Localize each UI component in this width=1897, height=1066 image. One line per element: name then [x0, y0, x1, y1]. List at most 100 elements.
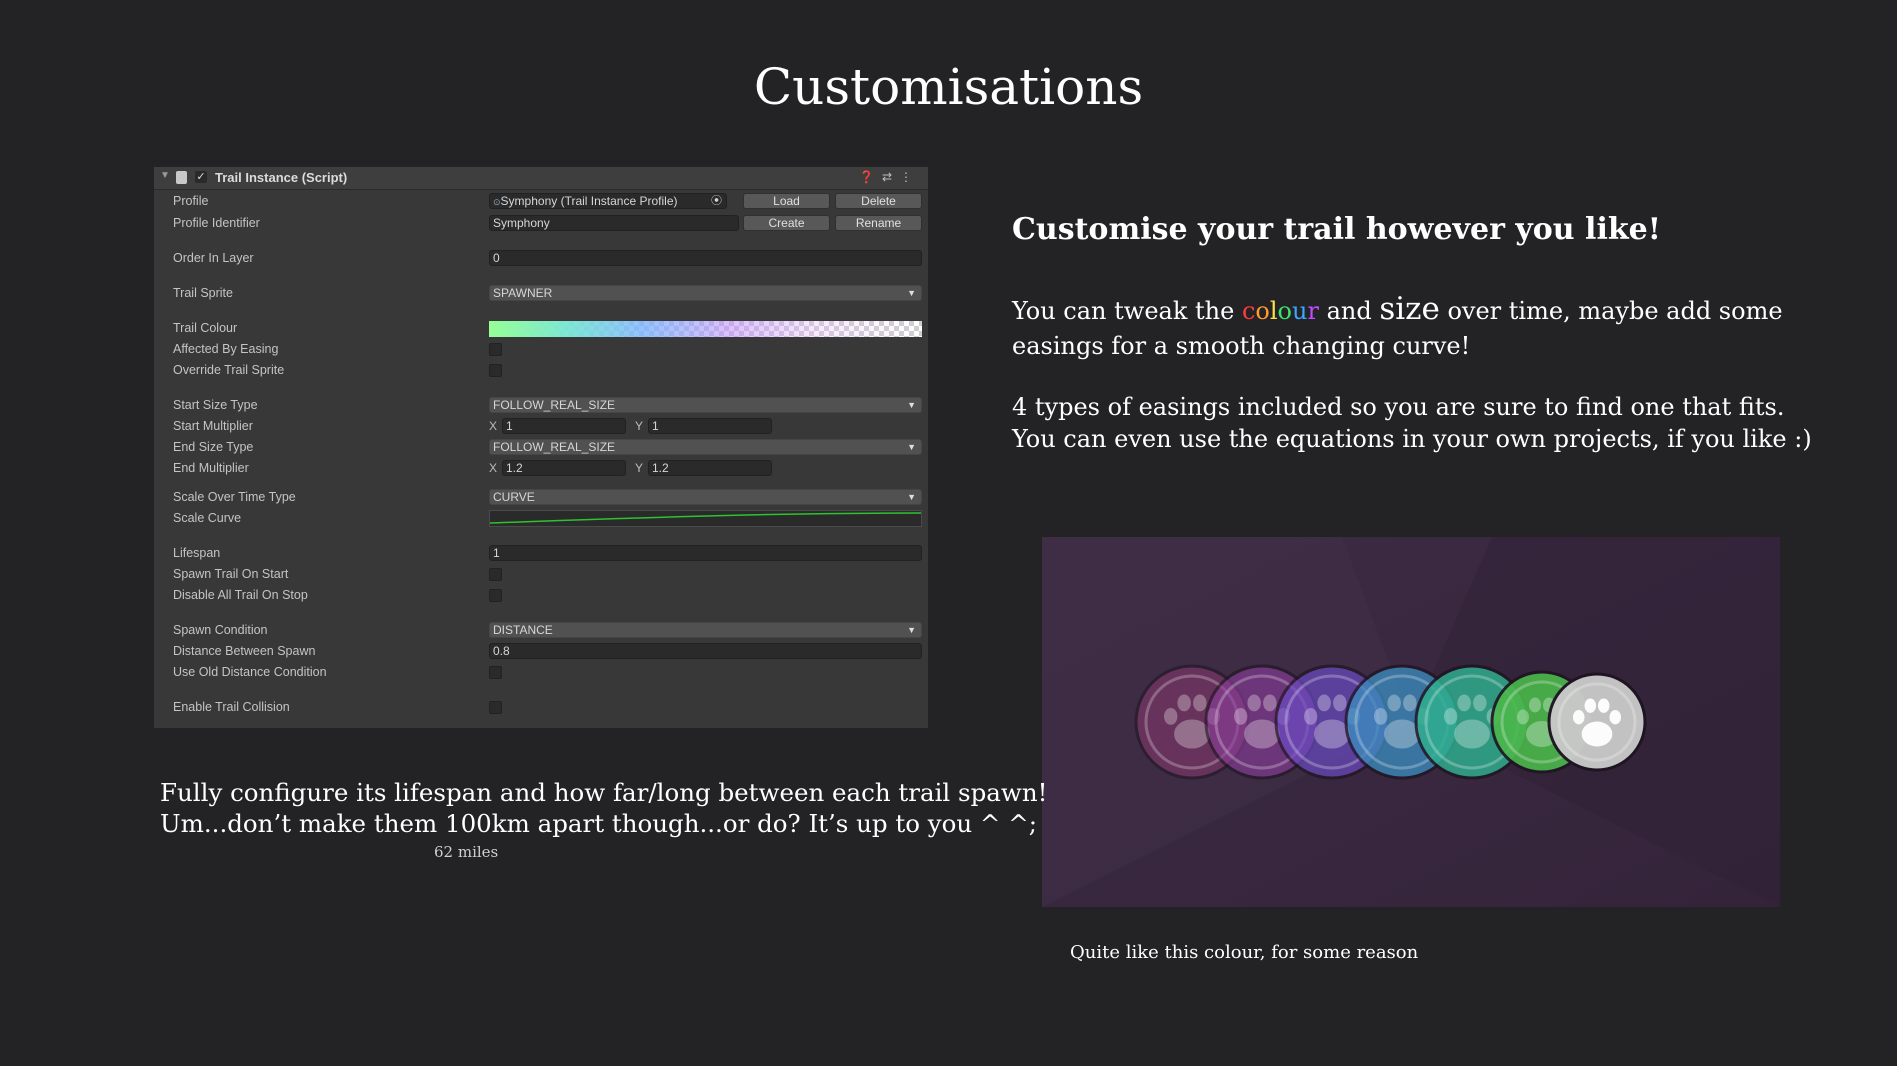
spawn-condition-value: DISTANCE — [493, 623, 553, 637]
scale-curve-graph — [490, 512, 921, 524]
use-old-distance-condition-checkbox[interactable] — [489, 666, 502, 679]
lifespan-row: Lifespan 1 — [154, 544, 928, 562]
end-multiplier-label: End Multiplier — [173, 461, 249, 475]
profile-label: Profile — [173, 194, 209, 208]
use-old-distance-condition-row: Use Old Distance Condition — [154, 663, 928, 681]
chevron-down-icon: ▼ — [907, 625, 916, 635]
trail-sprite-value: SPAWNER — [493, 286, 553, 300]
paragraph-text: You can tweak the — [1012, 297, 1242, 325]
override-trail-sprite-checkbox[interactable] — [489, 364, 502, 377]
paragraph-text: over time, maybe add some — [1439, 297, 1783, 325]
colour-letter: u — [1291, 297, 1308, 325]
paragraph-text: Fully configure its lifespan and how far… — [160, 778, 1048, 807]
colour-letter: l — [1269, 297, 1278, 325]
chevron-down-icon: ▼ — [907, 400, 916, 410]
disable-all-trail-on-stop-checkbox[interactable] — [489, 589, 502, 602]
affected-by-easing-row: Affected By Easing — [154, 340, 928, 358]
start-multiplier-y-input[interactable]: 1 — [648, 418, 772, 434]
trail-colour-row: Trail Colour — [154, 319, 928, 337]
colour-letter: r — [1307, 297, 1319, 325]
paw-coin — [1547, 672, 1647, 772]
section-heading: Customise your trail however you like! — [1012, 212, 1661, 247]
chevron-down-icon: ▼ — [907, 288, 916, 298]
end-multiplier-y-label: Y — [635, 461, 644, 475]
scale-over-time-type-value: CURVE — [493, 490, 535, 504]
colour-letter: o — [1277, 297, 1292, 325]
size-word: size — [1379, 291, 1440, 327]
inspector-panel: ▼ ✓ Trail Instance (Script) ❓⇄⋮ Profile … — [154, 167, 928, 728]
start-multiplier-x-input[interactable]: 1 — [502, 418, 626, 434]
spawn-trail-on-start-row: Spawn Trail On Start — [154, 565, 928, 583]
disable-all-trail-on-stop-row: Disable All Trail On Stop — [154, 586, 928, 604]
header-icons: ❓⇄⋮ — [859, 170, 920, 184]
profile-object-field[interactable]: ⊙Symphony (Trail Instance Profile) ⦿ — [489, 193, 727, 209]
end-size-type-value: FOLLOW_REAL_SIZE — [493, 440, 616, 454]
scale-over-time-type-dropdown[interactable]: CURVE ▼ — [489, 489, 922, 505]
profile-identifier-row: Profile Identifier Symphony Create Renam… — [154, 214, 928, 232]
use-old-distance-condition-label: Use Old Distance Condition — [173, 665, 327, 679]
scale-curve-row: Scale Curve — [154, 509, 928, 527]
affected-by-easing-checkbox[interactable] — [489, 343, 502, 356]
chevron-down-icon: ▼ — [907, 492, 916, 502]
profile-value: Symphony (Trail Instance Profile) — [500, 194, 678, 208]
paragraph-text: easings for a smooth changing curve! — [1012, 332, 1471, 360]
start-size-type-label: Start Size Type — [173, 398, 258, 412]
enable-component-checkbox[interactable]: ✓ — [195, 171, 207, 183]
component-header[interactable]: ▼ ✓ Trail Instance (Script) ❓⇄⋮ — [154, 167, 928, 190]
chevron-down-icon: ▼ — [907, 442, 916, 452]
colour-letter: o — [1255, 297, 1270, 325]
start-multiplier-y-label: Y — [635, 419, 644, 433]
disable-all-trail-on-stop-label: Disable All Trail On Stop — [173, 588, 308, 602]
create-button[interactable]: Create — [743, 215, 830, 231]
colour-letter: c — [1241, 297, 1256, 325]
preview-caption: Quite like this colour, for some reason — [1070, 942, 1419, 963]
colour-size-paragraph: You can tweak the colour and size over t… — [1012, 292, 1783, 364]
end-multiplier-x-input[interactable]: 1.2 — [502, 460, 626, 476]
spawn-condition-dropdown[interactable]: DISTANCE ▼ — [489, 622, 922, 638]
colour-word: colour — [1242, 297, 1319, 325]
start-size-type-dropdown[interactable]: FOLLOW_REAL_SIZE ▼ — [489, 397, 922, 413]
lifespan-input[interactable]: 1 — [489, 545, 922, 561]
order-in-layer-row: Order In Layer 0 — [154, 249, 928, 267]
profile-identifier-label: Profile Identifier — [173, 216, 260, 230]
trail-preview-scene — [1042, 537, 1780, 907]
end-multiplier-x-label: X — [489, 461, 498, 475]
override-trail-sprite-row: Override Trail Sprite — [154, 361, 928, 379]
paragraph-text: and — [1318, 297, 1380, 325]
scale-curve-field[interactable] — [489, 510, 922, 527]
scale-over-time-type-label: Scale Over Time Type — [173, 490, 296, 504]
end-size-type-dropdown[interactable]: FOLLOW_REAL_SIZE ▼ — [489, 439, 922, 455]
end-multiplier-y-input[interactable]: 1.2 — [648, 460, 772, 476]
trail-sprite-dropdown[interactable]: SPAWNER ▼ — [489, 285, 922, 301]
enable-trail-collision-label: Enable Trail Collision — [173, 700, 290, 714]
profile-identifier-input[interactable]: Symphony — [489, 215, 739, 231]
end-multiplier-row: End Multiplier X 1.2 Y 1.2 — [154, 459, 928, 477]
start-size-type-value: FOLLOW_REAL_SIZE — [493, 398, 616, 412]
enable-trail-collision-checkbox[interactable] — [489, 701, 502, 714]
fold-arrow-icon[interactable]: ▼ — [160, 170, 170, 181]
spawn-condition-row: Spawn Condition DISTANCE ▼ — [154, 621, 928, 639]
object-picker-icon[interactable]: ⦿ — [711, 194, 722, 208]
lifespan-label: Lifespan — [173, 546, 221, 560]
more-menu-icon[interactable]: ⋮ — [900, 170, 920, 184]
order-in-layer-input[interactable]: 0 — [489, 250, 922, 266]
end-size-type-row: End Size Type FOLLOW_REAL_SIZE ▼ — [154, 438, 928, 456]
override-trail-sprite-label: Override Trail Sprite — [173, 363, 285, 377]
profile-row: Profile ⊙Symphony (Trail Instance Profil… — [154, 192, 928, 210]
trail-sprite-label: Trail Sprite — [173, 286, 233, 300]
spawn-trail-on-start-checkbox[interactable] — [489, 568, 502, 581]
rename-button[interactable]: Rename — [835, 215, 922, 231]
trail-colour-gradient[interactable] — [489, 321, 922, 337]
delete-button[interactable]: Delete — [835, 193, 922, 209]
help-icon[interactable]: ❓ — [859, 170, 882, 184]
start-multiplier-row: Start Multiplier X 1 Y 1 — [154, 417, 928, 435]
load-button[interactable]: Load — [743, 193, 830, 209]
spawn-trail-on-start-label: Spawn Trail On Start — [173, 567, 289, 581]
order-in-layer-label: Order In Layer — [173, 251, 254, 265]
scale-curve-label: Scale Curve — [173, 511, 242, 525]
preset-icon[interactable]: ⇄ — [882, 170, 900, 184]
easings-paragraph: 4 types of easings included so you are s… — [1012, 391, 1812, 455]
paragraph-text: 4 types of easings included so you are s… — [1012, 393, 1785, 421]
start-multiplier-label: Start Multiplier — [173, 419, 253, 433]
distance-between-spawn-input[interactable]: 0.8 — [489, 643, 922, 659]
